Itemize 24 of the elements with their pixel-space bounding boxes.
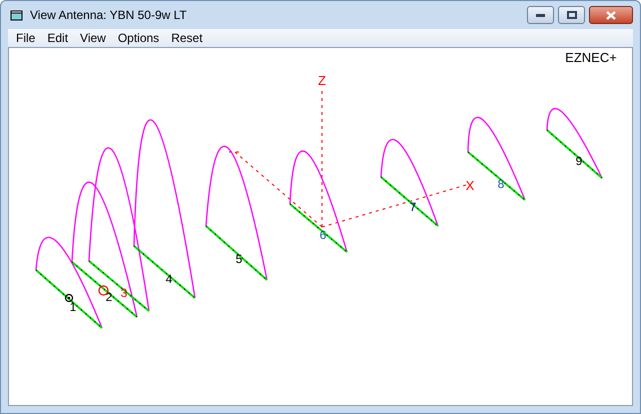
axis-label: X [466, 178, 474, 193]
element-number: 4 [166, 272, 172, 286]
element-number: 9 [576, 154, 582, 168]
menu-item[interactable]: Reset [165, 30, 209, 47]
element-number: 5 [236, 252, 242, 266]
menu-item[interactable]: View [74, 30, 112, 47]
app-icon [10, 8, 24, 22]
close-button[interactable] [589, 6, 633, 24]
menu-item[interactable]: Options [112, 30, 166, 47]
program-name: EZNEC+ [565, 50, 617, 65]
menu-item[interactable]: File [10, 30, 42, 47]
close-icon [606, 10, 616, 20]
element-number: 2 [106, 290, 112, 304]
menu-item[interactable]: Edit [41, 30, 74, 47]
maximize-icon [566, 11, 576, 20]
window-title: View Antenna: YBN 50-9w LT [30, 7, 187, 24]
element-number: 1 [70, 300, 76, 314]
antenna-element-drawing [546, 108, 603, 179]
axis-label: Z [318, 73, 326, 88]
element-number: 6 [320, 228, 326, 242]
element-number: 8 [498, 177, 504, 191]
minimize-button[interactable] [527, 6, 554, 24]
maximize-button[interactable] [558, 6, 585, 24]
minimize-icon [536, 14, 545, 17]
